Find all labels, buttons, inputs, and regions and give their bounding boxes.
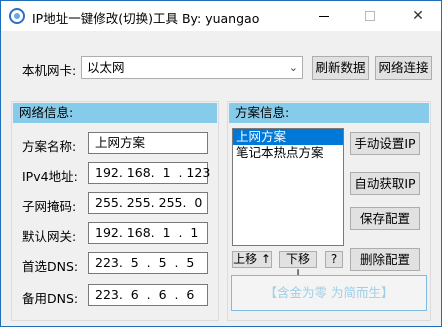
secondary-dns-input[interactable]: 223. 6 . 6 . 6 bbox=[88, 284, 208, 306]
title-bar[interactable]: IP地址一键修改(切换)工具 By: yuangao ✕ bbox=[1, 1, 441, 31]
nic-select-value: 以太网 bbox=[87, 60, 125, 75]
delete-config-button[interactable]: 删除配置 bbox=[350, 248, 420, 271]
save-config-button[interactable]: 保存配置 bbox=[350, 207, 420, 230]
plan-list-item[interactable]: 上网方案 bbox=[233, 129, 343, 145]
maximize-button[interactable] bbox=[347, 1, 393, 31]
chevron-down-icon: ⌄ bbox=[288, 61, 298, 74]
ipv4-label: IPv4地址: bbox=[22, 169, 78, 184]
plan-list[interactable]: 上网方案 笔记本热点方案 bbox=[232, 128, 344, 246]
move-down-button[interactable]: 下移 ↓ bbox=[279, 251, 317, 281]
app-window: IP地址一键修改(切换)工具 By: yuangao ✕ 本机网卡: 以太网 ⌄… bbox=[0, 0, 442, 327]
network-connections-button[interactable]: 网络连接 bbox=[375, 56, 432, 80]
maximize-icon bbox=[365, 11, 375, 21]
auto-ip-button[interactable]: 自动获取IP bbox=[350, 172, 420, 195]
plan-info-heading: 方案信息: bbox=[229, 103, 429, 123]
primary-dns-input[interactable]: 223. 5 . 5 . 5 bbox=[88, 252, 208, 274]
network-info-panel: 网络信息: 方案名称: 上网方案 IPv4地址: 192. 168. 1 . 1… bbox=[11, 101, 219, 321]
minimize-button[interactable] bbox=[301, 1, 347, 31]
motto-text: 【含金为零 为简而生】 bbox=[231, 275, 427, 311]
plan-info-panel: 方案信息: 上网方案 笔记本热点方案 手动设置IP 自动获取IP 保存配置 删除… bbox=[227, 101, 431, 321]
subnet-mask-label: 子网掩码: bbox=[22, 199, 77, 214]
secondary-dns-label: 备用DNS: bbox=[22, 291, 79, 306]
close-button[interactable]: ✕ bbox=[395, 1, 441, 31]
network-globe-icon bbox=[9, 8, 25, 24]
refresh-button[interactable]: 刷新数据 bbox=[312, 56, 369, 80]
plan-name-label: 方案名称: bbox=[22, 139, 77, 154]
manual-ip-button[interactable]: 手动设置IP bbox=[350, 132, 420, 155]
nic-select[interactable]: 以太网 ⌄ bbox=[81, 56, 303, 79]
plan-name-input[interactable]: 上网方案 bbox=[88, 132, 208, 154]
main-content: 本机网卡: 以太网 ⌄ 刷新数据 网络连接 网络信息: 方案名称: 上网方案 I… bbox=[1, 31, 441, 326]
window-title: IP地址一键修改(切换)工具 By: yuangao bbox=[32, 11, 260, 26]
nic-label: 本机网卡: bbox=[22, 63, 77, 78]
close-icon: ✕ bbox=[412, 8, 424, 24]
network-info-heading: 网络信息: bbox=[13, 103, 217, 123]
move-up-button[interactable]: 上移 ↑ bbox=[232, 251, 272, 268]
gateway-label: 默认网关: bbox=[22, 229, 77, 244]
gateway-input[interactable]: 192. 168. 1 . 1 bbox=[88, 222, 208, 244]
ipv4-input[interactable]: 192. 168. 1 . 123 bbox=[88, 162, 210, 184]
subnet-mask-input[interactable]: 255. 255. 255. 0 bbox=[88, 192, 208, 214]
minimize-icon bbox=[319, 15, 329, 17]
primary-dns-label: 首选DNS: bbox=[22, 259, 79, 274]
plan-list-item[interactable]: 笔记本热点方案 bbox=[233, 145, 343, 161]
help-button[interactable]: ? bbox=[325, 251, 343, 268]
